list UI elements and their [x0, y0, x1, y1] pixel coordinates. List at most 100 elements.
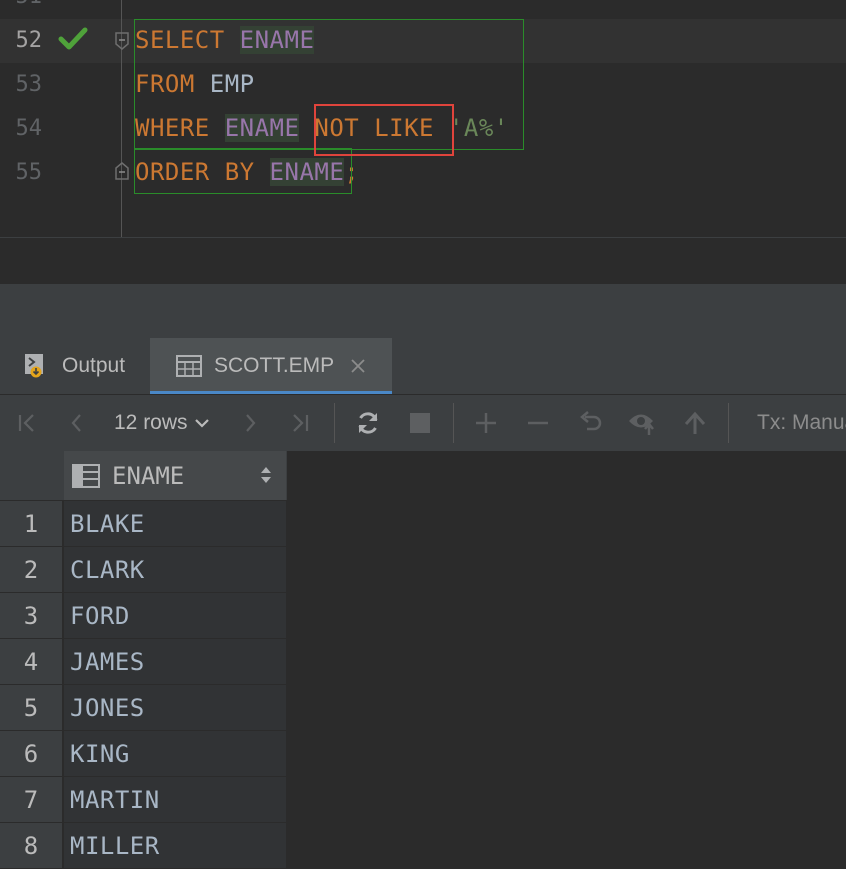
results-tabs: Output SCOTT.EMP [0, 338, 846, 395]
table-row[interactable]: 4 JAMES [0, 639, 287, 685]
previous-page-button[interactable] [62, 395, 92, 451]
toolbar-separator [334, 403, 335, 443]
keyword-not-like: NOT LIKE [314, 114, 434, 142]
rows-dropdown[interactable]: 12 rows [114, 395, 210, 451]
line-number: 51 [0, 0, 43, 9]
keyword-from: FROM [135, 70, 195, 98]
sort-icon[interactable] [260, 465, 272, 485]
line-number: 53 [15, 72, 43, 97]
last-page-button[interactable] [283, 395, 317, 451]
panel-divider [0, 284, 846, 338]
cell-value: MARTIN [70, 785, 160, 814]
fold-marker-icon[interactable] [114, 32, 130, 50]
row-number[interactable]: 6 [0, 731, 62, 776]
code-line-55: ORDER BY ENAME; [135, 158, 359, 186]
results-toolbar: 12 rows Tx: Manu [0, 395, 846, 451]
cell-ename[interactable]: JAMES [64, 639, 286, 684]
transaction-mode-dropdown[interactable]: Tx: Manual [757, 395, 846, 451]
tab-scott-emp[interactable]: SCOTT.EMP [150, 338, 392, 394]
cell-ename[interactable]: CLARK [64, 547, 286, 592]
row-number[interactable]: 2 [0, 547, 62, 592]
check-icon [58, 27, 88, 50]
row-number[interactable]: 5 [0, 685, 62, 730]
keyword-order-by: ORDER BY [135, 158, 255, 186]
cell-ename[interactable]: FORD [64, 593, 286, 638]
fold-marker-icon[interactable] [114, 162, 130, 180]
cell-ename[interactable]: MILLER [64, 823, 286, 868]
chevron-down-icon [194, 419, 209, 428]
identifier-ename: ENAME [269, 158, 345, 186]
table-row[interactable]: 8 MILLER [0, 823, 287, 869]
cell-value: BLAKE [70, 509, 145, 538]
code-line-52: SELECT ENAME [135, 26, 315, 54]
grid-header: ENAME [0, 451, 287, 500]
submit-button[interactable] [678, 395, 712, 451]
stop-button[interactable] [403, 395, 437, 451]
stop-icon [410, 413, 430, 433]
column-header-ename[interactable]: ENAME [64, 451, 286, 500]
cell-ename[interactable]: KING [64, 731, 286, 776]
identifier-emp: EMP [209, 70, 255, 98]
cell-value: JONES [70, 693, 145, 722]
plus-icon [476, 413, 496, 433]
tab-output-label: Output [62, 354, 126, 377]
last-page-icon [293, 414, 309, 432]
output-icon [25, 354, 43, 378]
undo-icon [580, 411, 602, 431]
identifier-ename: ENAME [224, 114, 300, 142]
chevron-right-icon [246, 414, 256, 432]
keyword-select: SELECT [135, 26, 225, 54]
table-row[interactable]: 7 MARTIN [0, 777, 287, 823]
line-number: 52 [15, 28, 43, 53]
add-row-button[interactable] [470, 395, 502, 451]
column-icon [72, 463, 100, 488]
table-row[interactable]: 3 FORD [0, 593, 287, 639]
preview-changes-button[interactable] [624, 395, 662, 451]
revert-button[interactable] [574, 395, 608, 451]
row-number[interactable]: 1 [0, 501, 62, 546]
tab-scott-emp-label: SCOTT.EMP [214, 354, 335, 377]
semicolon: ; [344, 158, 360, 186]
cell-value: CLARK [70, 555, 145, 584]
row-number[interactable]: 3 [0, 593, 62, 638]
table-row[interactable]: 1 BLAKE [0, 501, 287, 547]
cell-ename[interactable]: JONES [64, 685, 286, 730]
results-grid: ENAME 1 BLAKE 2 CLARK 3 FORD 4 JAMES 5 JONES 6 KING… [0, 451, 846, 869]
eye-icon [629, 414, 654, 435]
minus-icon [528, 421, 548, 425]
cell-value: KING [70, 739, 130, 768]
next-page-button[interactable] [235, 395, 265, 451]
sql-editor[interactable]: 51 52 53 54 55 SELECT ENAME FROM EMP WHE… [0, 0, 846, 238]
refresh-icon [358, 412, 378, 434]
keyword-where: WHERE [135, 114, 210, 142]
arrow-up-icon [684, 411, 706, 434]
code-line-54: WHERE ENAME NOT LIKE 'A%' [135, 114, 509, 142]
first-page-button[interactable] [10, 395, 44, 451]
cell-ename[interactable]: BLAKE [64, 501, 286, 546]
table-icon [176, 355, 202, 377]
first-page-icon [18, 414, 34, 432]
toolbar-separator [728, 403, 729, 443]
cell-ename[interactable]: MARTIN [64, 777, 286, 822]
line-number: 54 [15, 116, 43, 141]
toolbar-separator [453, 403, 454, 443]
active-tab-indicator [150, 391, 392, 394]
chevron-left-icon [71, 414, 81, 432]
cell-value: JAMES [70, 647, 145, 676]
refresh-button[interactable] [350, 395, 386, 451]
rows-count: 12 rows [114, 411, 188, 434]
table-row[interactable]: 6 KING [0, 731, 287, 777]
code-line-53: FROM EMP [135, 70, 255, 98]
column-header-label: ENAME [112, 461, 185, 490]
panel-splitter[interactable] [0, 238, 846, 284]
string-literal: 'A%' [448, 114, 509, 142]
delete-row-button[interactable] [522, 395, 554, 451]
row-number[interactable]: 8 [0, 823, 62, 868]
line-number: 55 [15, 160, 43, 185]
table-row[interactable]: 2 CLARK [0, 547, 287, 593]
table-row[interactable]: 5 JONES [0, 685, 287, 731]
close-icon[interactable] [350, 358, 366, 374]
row-number[interactable]: 4 [0, 639, 62, 684]
row-number[interactable]: 7 [0, 777, 62, 822]
tab-output[interactable]: Output [0, 338, 150, 394]
